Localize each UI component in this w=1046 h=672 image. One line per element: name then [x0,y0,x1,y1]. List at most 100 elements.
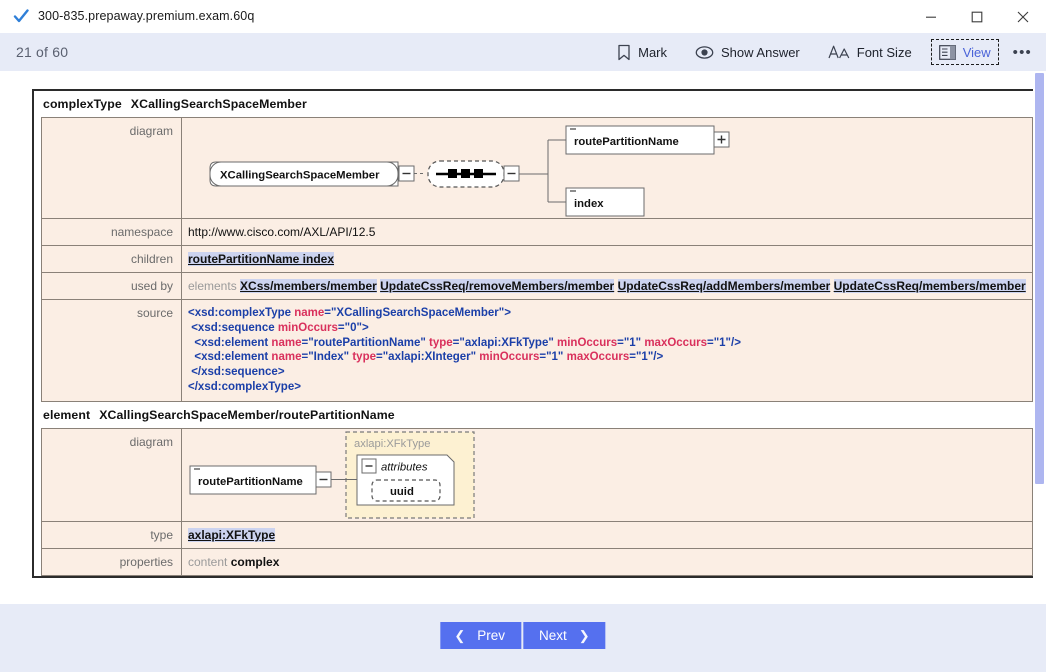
row-label-usedby: used by [41,272,182,300]
source-token-val: "axlapi:XInteger" [382,351,477,364]
source-token-val: "axlapi:XFkType" [459,336,554,349]
maximize-button[interactable] [954,0,1000,33]
row-label-namespace: namespace [41,218,182,246]
app-window: 300-835.prepaway.premium.exam.60q 21 of … [0,0,1046,672]
source-token-pun: /> [731,336,741,349]
source-token-val: "1" [546,351,564,364]
source-token-attr: maxOccurs [566,351,630,364]
source-token-pun: = [337,321,345,334]
view-label: View [962,44,991,60]
table-row: diagram axlapi:XFkType attributes uuid r… [41,427,1033,522]
source-token-attr: maxOccurs [644,336,707,349]
source-token-pun: < [188,307,195,319]
section-kind: complexType [43,97,122,111]
svg-text:index: index [574,198,604,210]
usedby-link-1[interactable]: XCss/members/member [240,279,377,293]
source-line: </xsd:complexType> [188,380,1026,395]
show-answer-button[interactable]: Show Answer [686,39,809,65]
source-token-pun: > [277,366,285,379]
source-token-pun: < [188,351,202,364]
usedby-prefix: elements [188,279,237,293]
row-label-diagram: diagram [41,117,182,219]
source-token-pun: = [617,336,624,349]
eye-icon [695,45,714,60]
check-icon [12,8,29,25]
element-table: diagram axlapi:XFkType attributes uuid r… [41,427,1033,576]
prev-label: Prev [477,628,505,643]
section-name: XCallingSearchSpaceMember [130,97,307,111]
toolbar-actions: Mark Show Answer Font Size View ••• [608,33,1046,71]
prev-button[interactable]: ❮ Prev [440,622,521,649]
row-label-diagram-2: diagram [41,427,182,522]
table-row: diagram XCallingSearchSpaceMember routeP… [41,117,1033,219]
source-token-tag: xsd:complexType [194,307,292,319]
xsd-documentation: complexType XCallingSearchSpaceMember dia… [32,89,1037,578]
chevron-left-icon: ❮ [454,627,466,643]
source-token-attr: name [294,307,325,319]
row-value-usedby: elements XCss/members/member UpdateCssRe… [181,272,1033,300]
table-row: used by elements XCss/members/member Upd… [41,272,1033,300]
source-token-pun: </ [188,380,198,393]
content-pane: complexType XCallingSearchSpaceMember dia… [0,71,1046,604]
bottom-bar: ❮ Prev Next ❯ [0,604,1046,672]
source-token-pun: > [361,321,369,334]
row-label-type: type [41,520,182,549]
font-size-label: Font Size [856,44,912,60]
source-token-attr: name [271,336,302,349]
source-token-pun: < [188,321,198,334]
toolbar: 21 of 60 Mark Show Answer Font Size View… [0,33,1046,71]
font-size-button[interactable]: Font Size [819,39,921,65]
table-row: children routePartitionName index [41,245,1033,273]
usedby-link-2[interactable]: UpdateCssReq/removeMembers/member [380,279,615,293]
diagram-complextype: XCallingSearchSpaceMember routePartition… [181,117,1033,219]
property-key: content [188,554,228,569]
child-link[interactable]: routePartitionName index [188,252,335,266]
view-layout-icon [938,44,956,60]
bookmark-icon [617,44,631,61]
row-value-namespace: http://www.cisco.com/AXL/API/12.5 [181,218,1033,246]
row-value-source: <xsd:complexType name="XCallingSearchSpa… [181,299,1033,402]
minimize-button[interactable] [908,0,954,33]
mark-button[interactable]: Mark [608,39,676,65]
more-options-button[interactable]: ••• [1013,44,1032,61]
next-label: Next [539,628,567,643]
source-line: <xsd:complexType name="XCallingSearchSpa… [188,306,1026,321]
question-counter: 21 of 60 [16,44,69,60]
usedby-link-4[interactable]: UpdateCssReq/members/member [833,279,1026,293]
source-token-attr: minOccurs [557,336,618,349]
source-token-pun: < [188,336,202,349]
vertical-scrollbar-thumb[interactable] [1035,73,1044,484]
title-bar: 300-835.prepaway.premium.exam.60q [0,0,1046,33]
type-link[interactable]: axlapi:XFkType [188,527,276,542]
svg-text:axlapi:XFkType: axlapi:XFkType [354,438,430,450]
svg-text:routePartitionName: routePartitionName [198,476,303,488]
source-line: <xsd:element name = "routePartitionName" t… [188,336,1026,351]
row-value-type: axlapi:XFkType [181,520,1033,549]
source-token-tag: xsd:sequence [197,321,275,334]
source-token-pun: = [706,336,714,349]
next-button[interactable]: Next ❯ [523,622,606,649]
show-answer-label: Show Answer [721,44,800,60]
source-token-val: "Index" [308,351,350,364]
source-token-attr: name [271,351,302,364]
section-heading-element: element XCallingSearchSpaceMember/routePa… [34,401,1035,428]
source-token-pun: > [504,307,511,319]
close-button[interactable] [1000,0,1046,33]
mark-label: Mark [638,44,667,60]
source-line: <xsd:sequence minOccurs="0"> [188,321,1026,336]
property-value: complex [230,554,280,569]
complextype-table: diagram XCallingSearchSpaceMember routeP… [41,117,1033,402]
source-token-tag: xsd:complexType [197,380,295,393]
usedby-link-3[interactable]: UpdateCssReq/addMembers/member [617,279,831,293]
source-line: </xsd:sequence> [188,365,1026,380]
source-token-val: "1" [623,336,642,349]
source-token-val: "1" [635,351,654,364]
row-label-children: children [41,245,182,273]
font-size-icon [828,44,850,60]
source-token-attr: type [352,351,376,364]
source-token-val: "XCallingSearchSpaceMember" [330,307,505,319]
chevron-right-icon: ❯ [578,627,590,643]
row-value-children: routePartitionName index [181,245,1033,273]
window-controls [908,0,1046,33]
view-button[interactable]: View [930,39,999,65]
